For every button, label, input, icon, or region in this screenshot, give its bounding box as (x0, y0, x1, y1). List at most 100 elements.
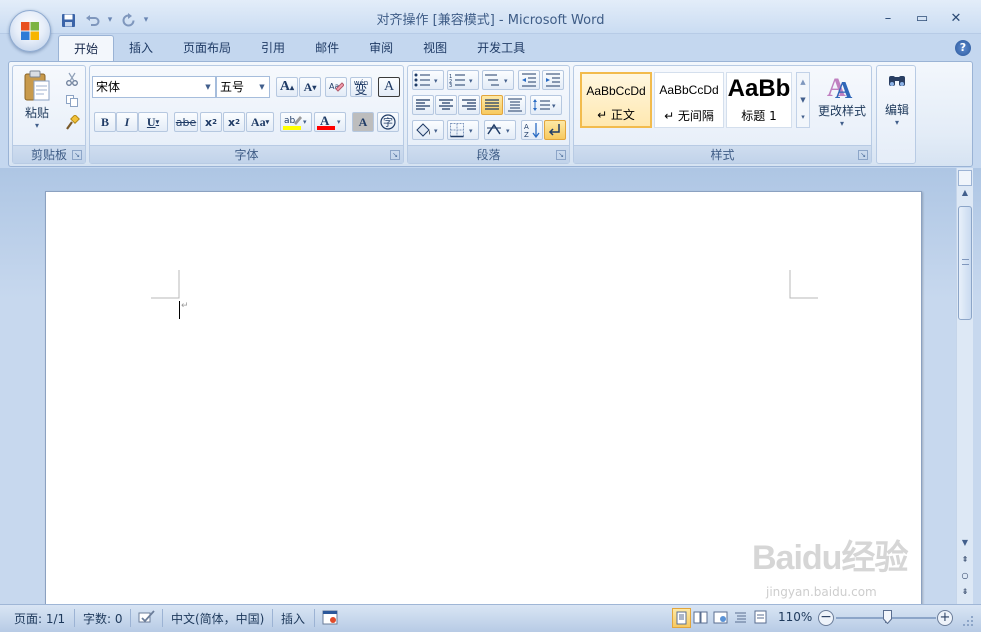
status-bar: 页面: 1/1 字数: 0 中文(简体，中国) 插入 110% − + (0, 604, 981, 632)
proofing-icon[interactable] (138, 609, 156, 625)
outline-view-icon[interactable] (732, 608, 751, 628)
ruler-toggle-icon[interactable] (958, 170, 972, 186)
clipboard-launcher-icon[interactable]: ↘ (72, 150, 82, 160)
tab-references[interactable]: 引用 (246, 35, 300, 61)
superscript-button[interactable]: x2 (223, 112, 245, 132)
print-layout-icon[interactable] (672, 608, 691, 628)
insert-mode[interactable]: 插入 (281, 610, 305, 627)
justify-button[interactable] (481, 95, 503, 115)
tab-view[interactable]: 视图 (408, 35, 462, 61)
font-color-button[interactable]: A ▾ (314, 112, 346, 132)
page-count[interactable]: 页面: 1/1 (14, 610, 65, 627)
svg-text:▾: ▾ (552, 102, 556, 110)
tab-mailings[interactable]: 邮件 (300, 35, 354, 61)
increase-indent-button[interactable] (542, 70, 564, 90)
sort-button[interactable]: AZ (521, 120, 543, 140)
grow-font-button[interactable]: A ▴ (276, 77, 298, 97)
align-center-button[interactable] (435, 95, 457, 115)
font-name-dropdown[interactable]: 宋体 ▼ (92, 76, 216, 98)
paste-icon (24, 70, 50, 101)
copy-icon[interactable] (61, 91, 83, 111)
next-page-icon[interactable]: ⇟ (958, 587, 972, 601)
borders-button[interactable]: ▾ (447, 120, 479, 140)
full-screen-reading-icon[interactable] (692, 608, 711, 628)
svg-text:▾: ▾ (303, 118, 307, 126)
scroll-up-icon[interactable]: ▲ (958, 188, 972, 202)
draft-view-icon[interactable] (752, 608, 771, 628)
change-styles-button[interactable]: A A 更改样式 ▾ (814, 68, 870, 140)
align-left-button[interactable] (412, 95, 434, 115)
help-icon[interactable]: ? (955, 40, 971, 56)
tab-page-layout[interactable]: 页面布局 (168, 35, 246, 61)
select-browse-object-icon[interactable]: ○ (958, 571, 972, 585)
style-no-spacing[interactable]: AaBbCcDd ↵ 无间隔 (654, 72, 724, 128)
shrink-font-button[interactable]: A ▾ (299, 77, 321, 97)
previous-page-icon[interactable]: ⇞ (958, 555, 972, 569)
word-count[interactable]: 字数: 0 (83, 610, 123, 627)
resize-grip-icon[interactable] (962, 615, 974, 627)
clear-formatting-button[interactable]: Aa (325, 77, 347, 97)
tab-insert[interactable]: 插入 (114, 35, 168, 61)
align-right-button[interactable] (458, 95, 480, 115)
line-spacing-icon: ▾ (533, 99, 556, 111)
tab-review[interactable]: 审阅 (354, 35, 408, 61)
styles-launcher-icon[interactable]: ↘ (858, 150, 868, 160)
character-border-button[interactable]: A (378, 77, 400, 97)
view-buttons (672, 608, 772, 629)
web-layout-icon[interactable] (712, 608, 731, 628)
language-indicator[interactable]: 中文(简体，中国) (171, 610, 264, 627)
justify-icon (485, 99, 499, 110)
underline-button[interactable]: U ▾ (138, 112, 168, 132)
change-case-button[interactable]: Aa ▾ (246, 112, 274, 132)
style-preview: AaBbCcDd (586, 84, 646, 98)
decrease-indent-button[interactable] (518, 70, 540, 90)
scroll-down-icon[interactable]: ▼ (958, 538, 972, 552)
svg-text:▾: ▾ (434, 127, 438, 135)
highlight-button[interactable]: ab ▾ (280, 112, 312, 132)
cut-icon[interactable] (61, 69, 83, 89)
distributed-button[interactable] (504, 95, 526, 115)
enclose-characters-button[interactable]: 字 (377, 112, 399, 132)
zoom-slider-thumb[interactable] (882, 610, 892, 624)
subscript-button[interactable]: x2 (200, 112, 222, 132)
font-launcher-icon[interactable]: ↘ (390, 150, 400, 160)
bullets-button[interactable]: ▾ (412, 70, 444, 90)
line-spacing-button[interactable]: ▾ (530, 95, 562, 115)
close-button[interactable]: ✕ (939, 8, 973, 28)
bold-button[interactable]: B (94, 112, 116, 132)
style-normal[interactable]: AaBbCcDd ↵ 正文 (580, 72, 652, 128)
svg-text:▾: ▾ (434, 77, 438, 85)
vertical-scrollbar[interactable]: ▲ ▼ ⇞ ○ ⇟ (956, 168, 973, 604)
tab-home[interactable]: 开始 (58, 35, 115, 61)
strikethrough-button[interactable]: abe (174, 112, 198, 132)
format-painter-icon[interactable] (61, 113, 83, 133)
minimize-button[interactable]: – (871, 8, 905, 28)
phonetic-guide-button[interactable]: wén 变 (350, 77, 372, 97)
gallery-down-icon[interactable]: ▼ (797, 91, 809, 109)
numbering-button[interactable]: 1 2 3 ▾ (447, 70, 479, 90)
paste-button[interactable]: 粘贴 ▾ (19, 70, 55, 142)
gallery-more-icon[interactable]: ▾ (797, 109, 809, 125)
office-button[interactable] (9, 10, 51, 52)
editing-button[interactable]: 编辑 ▾ (879, 69, 915, 161)
decrease-indent-icon (522, 73, 536, 87)
zoom-out-icon[interactable]: − (818, 610, 834, 626)
maximize-button[interactable]: ▭ (905, 8, 939, 28)
styles-gallery-scroll[interactable]: ▲ ▼ ▾ (796, 72, 810, 128)
gallery-up-icon[interactable]: ▲ (797, 73, 809, 91)
show-hide-marks-button[interactable] (544, 120, 566, 140)
zoom-in-icon[interactable]: + (937, 610, 953, 626)
zoom-level[interactable]: 110% (778, 610, 812, 624)
macro-recording-icon[interactable] (322, 610, 338, 625)
shading-button[interactable]: ▾ (412, 120, 444, 140)
chinese-layout-button[interactable]: ▾ (484, 120, 516, 140)
paragraph-launcher-icon[interactable]: ↘ (556, 150, 566, 160)
font-size-dropdown[interactable]: 五号 ▼ (216, 76, 270, 98)
tab-developer[interactable]: 开发工具 (462, 35, 540, 61)
svg-text:▾: ▾ (469, 77, 473, 85)
style-heading-1[interactable]: AaBb 标题 1 (726, 72, 792, 128)
character-shading-button[interactable]: A (352, 112, 374, 132)
multilevel-list-button[interactable]: ▾ (482, 70, 514, 90)
italic-button[interactable]: I (116, 112, 138, 132)
scroll-thumb[interactable] (958, 206, 972, 320)
